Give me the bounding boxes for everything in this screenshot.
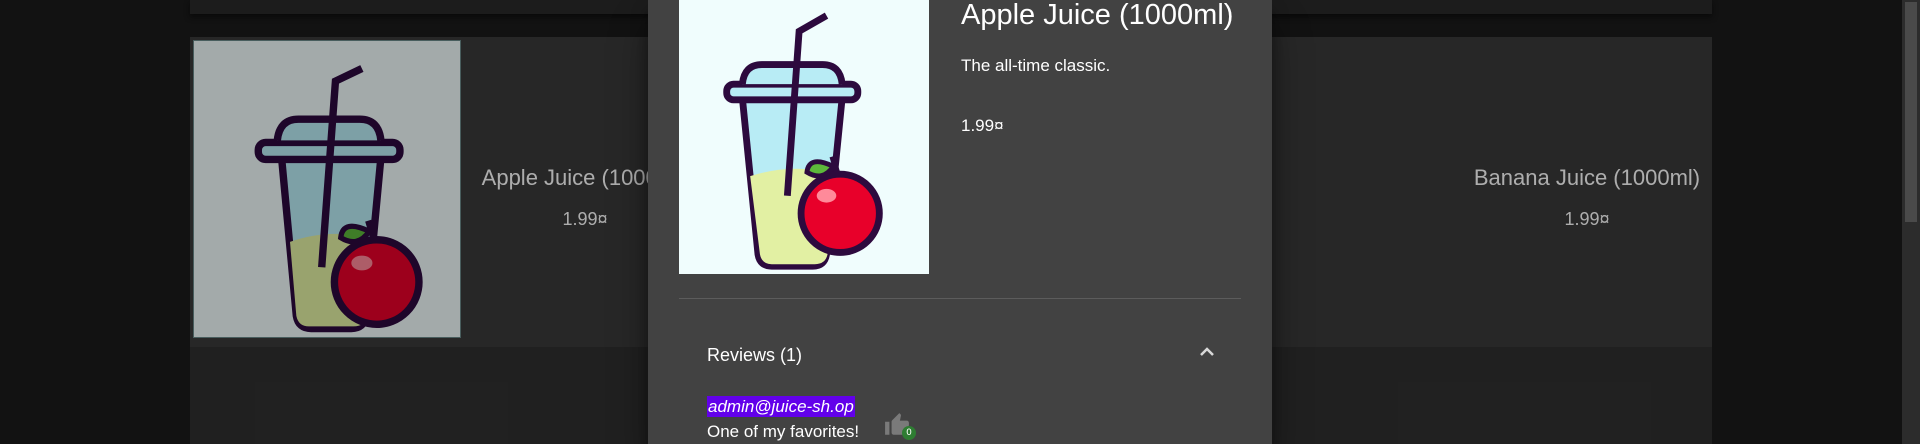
reviews-expansion-header[interactable]: Reviews (1) <box>679 330 1241 380</box>
page: Apple Juice (1000ml) 1.99¤ Banana Juice … <box>0 0 1920 444</box>
page-scrollbar[interactable] <box>1902 0 1920 444</box>
scrollbar-thumb[interactable] <box>1905 2 1917 222</box>
product-description: The all-time classic. <box>961 56 1111 75</box>
dialog-title: Apple Juice (1000ml) <box>961 0 1234 31</box>
review-author: admin@juice-sh.op <box>707 396 855 417</box>
chevron-up-icon <box>1200 347 1214 356</box>
reviews-title: Reviews (1) <box>707 345 803 365</box>
divider <box>679 298 1241 299</box>
product-details-dialog: Apple Juice (1000ml) The all-time classi… <box>648 0 1272 444</box>
apple-juice-icon <box>723 12 883 270</box>
review-text: One of my favorites! <box>707 422 860 441</box>
like-count-badge: 0 <box>902 426 916 440</box>
product-price: 1.99¤ <box>961 116 1004 135</box>
like-review-button[interactable]: 0 <box>884 408 918 442</box>
product-image <box>679 0 929 274</box>
